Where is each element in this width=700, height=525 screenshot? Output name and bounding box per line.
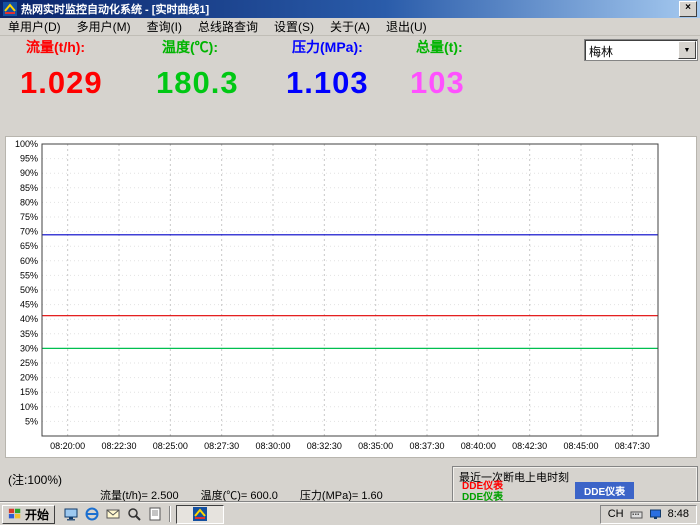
note-label: (注:100%) (8, 471, 62, 488)
svg-text:95%: 95% (20, 154, 38, 164)
trend-chart: 100% 95% 90% 85% 80% 75% 70% 65% 60% 55% 50% 45% 40%… (5, 136, 697, 458)
svg-text:08:20:00: 08:20:00 (50, 441, 85, 451)
start-button[interactable]: 开始 (2, 505, 55, 524)
readout-label: 总量(t): (410, 37, 560, 57)
system-tray: CH 8:48 (600, 505, 697, 524)
svg-text:25%: 25% (20, 358, 38, 368)
dde-instrument-highlight[interactable]: DDE仪表 (575, 482, 634, 499)
svg-text:08:22:30: 08:22:30 (101, 441, 136, 451)
start-button-label: 开始 (25, 506, 49, 523)
scale-label-3: 压力(MPa)= 1.60 (300, 487, 383, 503)
svg-text:15%: 15% (20, 387, 38, 397)
svg-text:45%: 45% (20, 300, 38, 310)
language-indicator[interactable]: CH (608, 508, 624, 520)
menu-item-4[interactable]: 总线路查询 (190, 17, 266, 36)
svg-text:70%: 70% (20, 227, 38, 237)
notepad-icon[interactable] (146, 505, 164, 523)
dde-instrument-list: DDE仪表DDE仪表 (462, 481, 503, 503)
svg-text:65%: 65% (20, 241, 38, 251)
svg-text:40%: 40% (20, 314, 38, 324)
search-icon[interactable] (125, 505, 143, 523)
svg-text:08:47:30: 08:47:30 (615, 441, 650, 451)
svg-text:85%: 85% (20, 183, 38, 193)
svg-text:08:37:30: 08:37:30 (409, 441, 444, 451)
svg-text:50%: 50% (20, 285, 38, 295)
svg-text:80%: 80% (20, 197, 38, 207)
svg-text:100%: 100% (15, 139, 38, 149)
app-icon (3, 2, 17, 16)
svg-text:08:35:00: 08:35:00 (358, 441, 393, 451)
readout-4: 总量(t): 103 (410, 37, 560, 101)
station-select-value: 梅林 (589, 43, 613, 60)
readout-label: 流量(t/h): (20, 37, 156, 57)
svg-text:08:27:30: 08:27:30 (204, 441, 239, 451)
svg-text:75%: 75% (20, 212, 38, 222)
svg-text:08:30:00: 08:30:00 (255, 441, 290, 451)
windows-logo-icon (8, 507, 22, 521)
taskbar-divider (169, 506, 171, 522)
quick-launch (62, 505, 164, 523)
svg-text:20%: 20% (20, 373, 38, 383)
close-button[interactable]: × (679, 1, 697, 17)
readout-label: 温度(℃): (156, 37, 286, 57)
svg-text:08:42:30: 08:42:30 (512, 441, 547, 451)
window-title: 热网实时监控自动化系统 - [实时曲线1] (21, 1, 209, 17)
app-icon (193, 507, 207, 521)
readout-value: 1.029 (20, 65, 156, 101)
readout-label: 压力(MPa): (286, 37, 410, 57)
menu-item-2[interactable]: 多用户(M) (69, 17, 139, 36)
readout-2: 温度(℃): 180.3 (156, 37, 286, 101)
svg-text:90%: 90% (20, 168, 38, 178)
keyboard-icon[interactable] (630, 508, 643, 521)
svg-text:60%: 60% (20, 256, 38, 266)
svg-text:35%: 35% (20, 329, 38, 339)
power-panel: 最近一次断电上电时刻 DDE仪表DDE仪表 DDE仪表 (452, 466, 698, 504)
menu-item-7[interactable]: 退出(U) (378, 17, 435, 36)
svg-text:08:45:00: 08:45:00 (563, 441, 598, 451)
outlook-icon[interactable] (104, 505, 122, 523)
readout-value: 180.3 (156, 65, 286, 101)
svg-text:55%: 55% (20, 270, 38, 280)
menu-item-5[interactable]: 设置(S) (266, 17, 322, 36)
display-icon[interactable] (649, 508, 662, 521)
app-window: 热网实时监控自动化系统 - [实时曲线1] × 单用户(D)多用户(M)查询(I… (0, 0, 700, 525)
menu-item-6[interactable]: 关于(A) (322, 17, 378, 36)
readouts-panel: 流量(t/h): 1.029温度(℃): 180.3压力(MPa): 1.103总量(… (20, 37, 560, 101)
readout-3: 压力(MPa): 1.103 (286, 37, 410, 101)
dde-instrument-label[interactable]: DDE仪表 (462, 481, 503, 492)
readout-value: 103 (410, 65, 560, 101)
menu-item-1[interactable]: 单用户(D) (0, 17, 69, 36)
station-select[interactable]: 梅林 ▼ (584, 39, 698, 61)
taskbar: 开始 CH 8:48 (0, 502, 700, 525)
svg-text:08:32:30: 08:32:30 (307, 441, 342, 451)
chevron-down-icon[interactable]: ▼ (678, 41, 696, 59)
scale-label-1: 流量(t/h)= 2.500 (100, 487, 179, 503)
svg-text:08:25:00: 08:25:00 (153, 441, 188, 451)
show-desktop-icon[interactable] (62, 505, 80, 523)
scale-label-2: 温度(℃)= 600.0 (201, 487, 278, 503)
svg-text:08:40:00: 08:40:00 (461, 441, 496, 451)
readout-1: 流量(t/h): 1.029 (20, 37, 156, 101)
scale-labels: 流量(t/h)= 2.500 温度(℃)= 600.0 压力(MPa)= 1.60 (100, 487, 383, 503)
menu-item-3[interactable]: 查询(I) (139, 17, 190, 36)
menu-bar: 单用户(D)多用户(M)查询(I)总线路查询设置(S)关于(A)退出(U) (0, 18, 700, 36)
ie-icon[interactable] (83, 505, 101, 523)
trend-chart-plot: 100% 95% 90% 85% 80% 75% 70% 65% 60% 55% 50% 45% 40%… (6, 137, 696, 455)
readout-value: 1.103 (286, 65, 410, 101)
clock[interactable]: 8:48 (668, 508, 689, 520)
taskbar-app-button[interactable] (176, 505, 224, 524)
svg-text:30%: 30% (20, 343, 38, 353)
svg-text:10%: 10% (20, 402, 38, 412)
title-bar[interactable]: 热网实时监控自动化系统 - [实时曲线1] × (0, 0, 700, 18)
svg-text:5%: 5% (25, 416, 38, 426)
